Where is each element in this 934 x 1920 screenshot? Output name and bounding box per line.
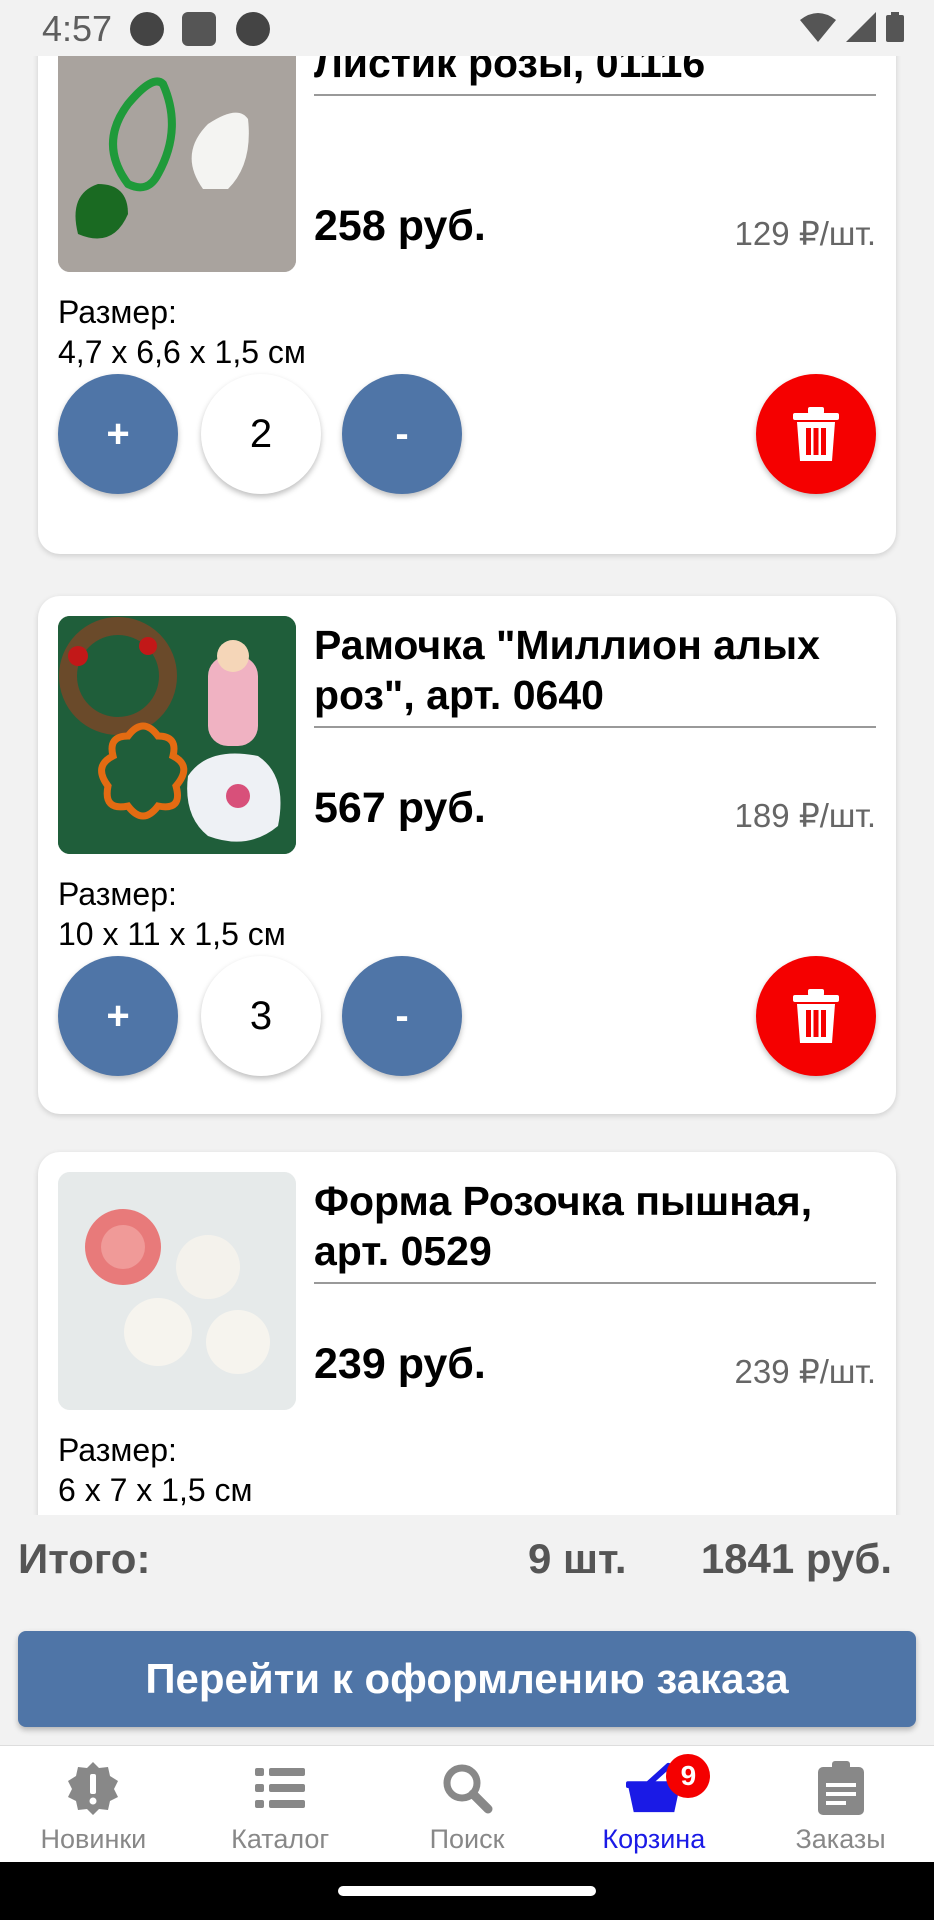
total-count: 9 шт. bbox=[528, 1535, 627, 1582]
size-value: 10 x 11 x 1,5 см bbox=[58, 916, 286, 952]
delete-button[interactable] bbox=[756, 374, 876, 494]
cart-item: Форма Розочка пышная, арт. 0529 239 руб.… bbox=[38, 1152, 896, 1515]
size-value: 4,7 x 6,6 x 1,5 см bbox=[58, 334, 306, 370]
product-image[interactable] bbox=[58, 56, 296, 272]
nav-orders[interactable]: Заказы bbox=[747, 1746, 934, 1862]
cart-item: Рамочка "Миллион алых роз", арт. 0640 56… bbox=[38, 596, 896, 1114]
app-notification-icon bbox=[130, 12, 164, 46]
shield-icon bbox=[182, 12, 216, 46]
cart-count-badge: 9 bbox=[666, 1754, 711, 1798]
product-title[interactable]: Рамочка "Миллион алых роз", арт. 0640 bbox=[314, 620, 876, 728]
clipboard-icon bbox=[813, 1760, 869, 1816]
product-image[interactable] bbox=[58, 616, 296, 854]
product-price: 239 руб. bbox=[314, 1340, 486, 1388]
size-label: Размер: bbox=[58, 876, 177, 912]
cart-list[interactable]: Листик розы, 01116 258 руб. 129 ₽/шт. Ра… bbox=[0, 56, 934, 1515]
nav-search[interactable]: Поиск bbox=[374, 1746, 561, 1862]
decrease-button[interactable]: - bbox=[342, 374, 462, 494]
delete-button[interactable] bbox=[756, 956, 876, 1076]
increase-button[interactable]: + bbox=[58, 374, 178, 494]
nav-label: Каталог bbox=[231, 1824, 330, 1854]
unit-price: 239 ₽/шт. bbox=[734, 1353, 877, 1390]
status-bar: 4:57 bbox=[0, 0, 934, 56]
product-title[interactable]: Форма Розочка пышная, арт. 0529 bbox=[314, 1176, 876, 1284]
cat-notification-icon bbox=[236, 12, 270, 46]
quantity-value: 2 bbox=[201, 374, 321, 494]
list-icon bbox=[252, 1760, 308, 1816]
bottom-navigation: Новинки Каталог Поиск Корзина 9 Заказы bbox=[0, 1745, 934, 1862]
system-nav-bar bbox=[0, 1862, 934, 1920]
trash-icon bbox=[793, 989, 839, 1043]
signal-icon bbox=[846, 12, 876, 42]
unit-price: 189 ₽/шт. bbox=[734, 797, 877, 834]
total-label: Итого: bbox=[18, 1535, 151, 1582]
nav-label: Корзина bbox=[602, 1824, 706, 1854]
status-time: 4:57 bbox=[42, 8, 113, 49]
alert-badge-icon bbox=[65, 1760, 121, 1816]
checkout-button[interactable]: Перейти к оформлению заказа bbox=[18, 1631, 916, 1727]
cart-item: Листик розы, 01116 258 руб. 129 ₽/шт. Ра… bbox=[38, 56, 896, 554]
nav-catalog[interactable]: Каталог bbox=[187, 1746, 374, 1862]
nav-new[interactable]: Новинки bbox=[0, 1746, 187, 1862]
wifi-icon bbox=[800, 13, 836, 42]
battery-icon bbox=[886, 12, 904, 42]
increase-button[interactable]: + bbox=[58, 956, 178, 1076]
product-price: 567 руб. bbox=[314, 784, 486, 832]
size-label: Размер: bbox=[58, 294, 177, 330]
decrease-button[interactable]: - bbox=[342, 956, 462, 1076]
nav-label: Поиск bbox=[429, 1824, 505, 1854]
quantity-value: 3 bbox=[201, 956, 321, 1076]
product-title[interactable]: Листик розы, 01116 bbox=[314, 56, 876, 96]
nav-label: Новинки bbox=[40, 1824, 147, 1854]
product-image[interactable] bbox=[58, 1172, 296, 1410]
size-label: Размер: bbox=[58, 1432, 177, 1468]
nav-label: Заказы bbox=[795, 1824, 886, 1854]
nav-cart[interactable]: Корзина 9 bbox=[560, 1746, 747, 1862]
home-gesture-handle[interactable] bbox=[338, 1886, 596, 1896]
search-icon bbox=[439, 1760, 495, 1816]
trash-icon bbox=[793, 407, 839, 461]
order-summary: Итого: 9 шт. 1841 руб. Перейти к оформле… bbox=[0, 1515, 934, 1745]
unit-price: 129 ₽/шт. bbox=[734, 215, 877, 252]
product-price: 258 руб. bbox=[314, 202, 486, 250]
total-sum: 1841 руб. bbox=[700, 1535, 892, 1582]
size-value: 6 x 7 x 1,5 см bbox=[58, 1472, 253, 1508]
